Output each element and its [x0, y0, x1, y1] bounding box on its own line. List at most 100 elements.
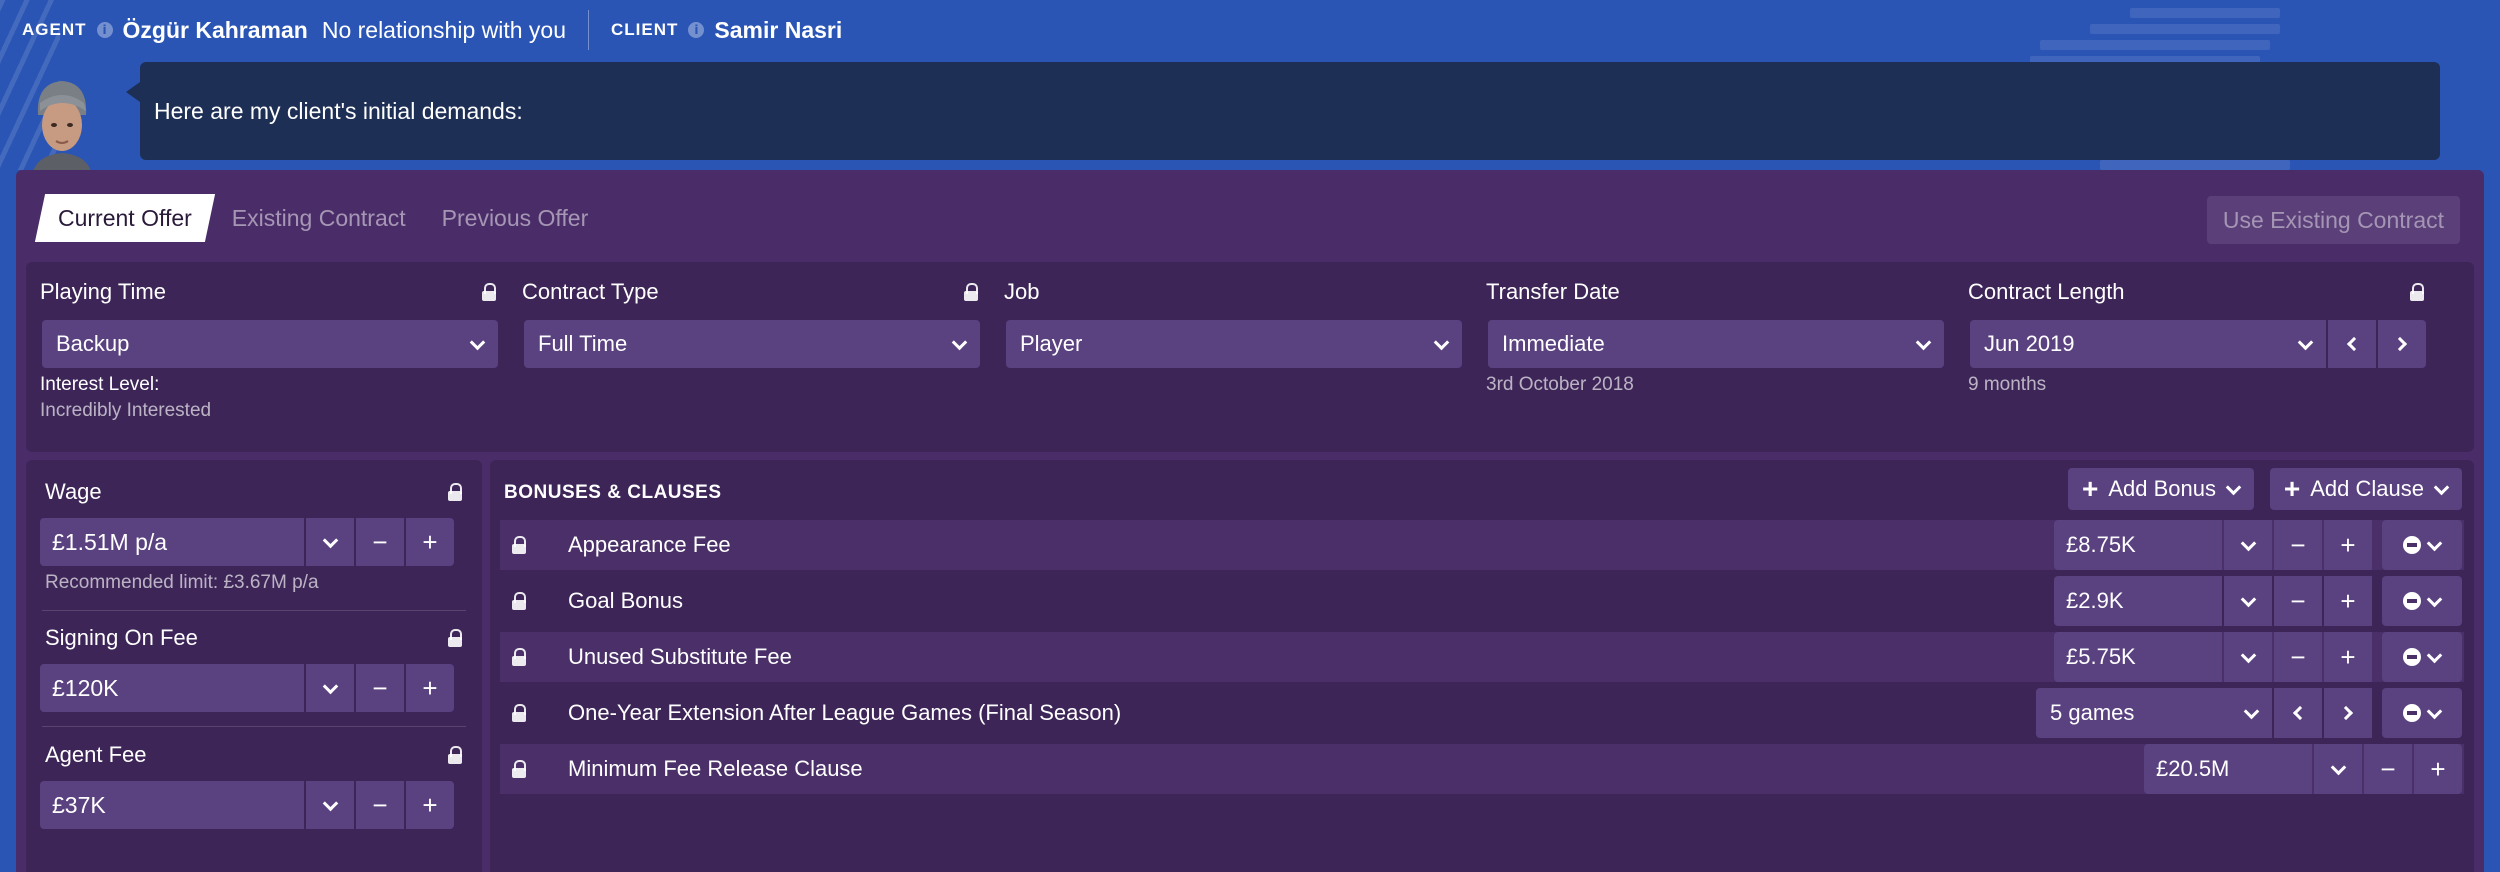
bonus-value-input[interactable]: £8.75K — [2054, 520, 2222, 570]
agent-fee-input[interactable]: £37K — [40, 781, 304, 829]
interest-level-value: Incredibly Interested — [40, 400, 212, 421]
add-bonus-button[interactable]: + Add Bonus — [2068, 468, 2254, 510]
release-clause-input[interactable]: £20.5M — [2144, 744, 2312, 794]
signing-fee-increase-button[interactable]: + — [406, 664, 454, 712]
bonus-row-goal-bonus: Goal Bonus £2.9K − + — [500, 576, 2464, 626]
bonus-dropdown-button[interactable] — [2224, 576, 2272, 626]
contract-length-prev-button[interactable] — [2328, 320, 2376, 368]
remove-bonus-button[interactable] — [2382, 576, 2462, 626]
wage-label: Wage — [45, 479, 102, 504]
chevron-down-icon — [2241, 650, 2255, 664]
contract-length-label: Contract Length — [1968, 279, 2125, 304]
lock-icon[interactable] — [512, 592, 526, 610]
negotiation-header: AGENT i Özgür Kahraman No relationship w… — [0, 0, 2500, 60]
tab-existing-contract[interactable]: Existing Contract — [214, 194, 424, 242]
agent-fee-increase-button[interactable]: + — [406, 781, 454, 829]
wage-increase-button[interactable]: + — [406, 518, 454, 566]
chevron-down-icon — [2427, 706, 2441, 720]
client-info-icon[interactable]: i — [688, 22, 705, 38]
header-divider — [588, 10, 590, 50]
chevron-down-icon — [2427, 650, 2441, 664]
lock-icon[interactable] — [448, 746, 462, 764]
bonus-name: Goal Bonus — [568, 588, 683, 613]
bonus-decrease-button[interactable]: − — [2274, 576, 2322, 626]
release-clause-decrease-button[interactable]: − — [2364, 744, 2412, 794]
contract-length-duration: 9 months — [1968, 374, 2047, 395]
contract-length-dropdown[interactable]: Jun 2019 — [1970, 320, 2326, 368]
lock-icon[interactable] — [482, 283, 496, 301]
chevron-down-icon — [1434, 337, 1448, 351]
lock-icon[interactable] — [448, 483, 462, 501]
release-clause-dropdown-button[interactable] — [2314, 744, 2362, 794]
bonus-decrease-button[interactable]: − — [2274, 520, 2322, 570]
lock-icon[interactable] — [512, 536, 526, 554]
chevron-right-icon — [2392, 336, 2408, 352]
remove-bonus-button[interactable] — [2382, 520, 2462, 570]
signing-fee-field: Signing On Fee £120K − + — [26, 624, 482, 712]
agent-fee-decrease-button[interactable]: − — [356, 781, 404, 829]
bonus-dropdown-button[interactable] — [2224, 632, 2272, 682]
contract-type-dropdown[interactable]: Full Time — [524, 320, 980, 368]
chevron-down-icon — [2427, 538, 2441, 552]
lock-icon[interactable] — [448, 629, 462, 647]
bonuses-clauses-section: BONUSES & CLAUSES + Add Bonus + Add Clause… — [490, 460, 2474, 872]
transfer-date-dropdown[interactable]: Immediate — [1488, 320, 1944, 368]
bonus-dropdown-button[interactable] — [2224, 520, 2272, 570]
bonus-value-input[interactable]: £5.75K — [2054, 632, 2222, 682]
wage-input[interactable]: £1.51M p/a — [40, 518, 304, 566]
remove-icon — [2403, 592, 2421, 610]
games-dropdown[interactable]: 5 games — [2036, 688, 2272, 738]
lock-icon[interactable] — [964, 283, 978, 301]
games-next-button[interactable] — [2324, 688, 2372, 738]
remove-clause-button[interactable] — [2382, 688, 2462, 738]
bonus-value-input[interactable]: £2.9K — [2054, 576, 2222, 626]
client-label: CLIENT — [611, 20, 679, 39]
contract-length-next-button[interactable] — [2378, 320, 2426, 368]
job-label: Job — [1004, 279, 1040, 304]
signing-fee-input[interactable]: £120K — [40, 664, 304, 712]
chevron-down-icon — [2244, 706, 2258, 720]
chevron-down-icon — [1916, 337, 1930, 351]
transfer-date-label: Transfer Date — [1486, 279, 1620, 304]
contract-offer-panel: Current Offer Existing Contract Previous… — [16, 170, 2484, 872]
wage-decrease-button[interactable]: − — [356, 518, 404, 566]
tab-previous-offer[interactable]: Previous Offer — [424, 194, 607, 242]
agent-fee-dropdown-button[interactable] — [306, 781, 354, 829]
bonus-decrease-button[interactable]: − — [2274, 632, 2322, 682]
tab-current-offer[interactable]: Current Offer — [34, 194, 215, 242]
remove-bonus-button[interactable] — [2382, 632, 2462, 682]
agent-info-icon[interactable]: i — [96, 22, 113, 38]
games-prev-button[interactable] — [2274, 688, 2322, 738]
playing-time-field: Playing Time Backup Interest Level: Incr… — [28, 278, 498, 422]
bonus-name: Unused Substitute Fee — [568, 644, 792, 669]
release-clause-increase-button[interactable]: + — [2414, 744, 2462, 794]
signing-fee-decrease-button[interactable]: − — [356, 664, 404, 712]
add-clause-button[interactable]: + Add Clause — [2269, 468, 2462, 510]
wage-dropdown-button[interactable] — [306, 518, 354, 566]
client-name[interactable]: Samir Nasri — [714, 17, 842, 44]
lock-icon[interactable] — [512, 648, 526, 666]
lock-icon[interactable] — [512, 760, 526, 778]
use-existing-contract-button[interactable]: Use Existing Contract — [2206, 196, 2460, 244]
playing-time-dropdown[interactable]: Backup — [42, 320, 498, 368]
agent-speech-bubble: Here are my client's initial demands: — [126, 62, 2440, 160]
fees-section: Wage £1.51M p/a − + Recommended limit: £… — [26, 460, 482, 872]
lock-icon[interactable] — [2410, 283, 2424, 301]
chevron-down-icon — [323, 798, 337, 812]
bonus-increase-button[interactable]: + — [2324, 520, 2372, 570]
bonus-increase-button[interactable]: + — [2324, 576, 2372, 626]
agent-name[interactable]: Özgür Kahraman — [123, 17, 308, 44]
chevron-down-icon — [2241, 538, 2255, 552]
chevron-down-icon — [952, 337, 966, 351]
speech-text: Here are my client's initial demands: — [154, 97, 523, 124]
signing-fee-dropdown-button[interactable] — [306, 664, 354, 712]
job-dropdown[interactable]: Player — [1006, 320, 1462, 368]
contract-type-label: Contract Type — [522, 279, 659, 304]
bonus-row-unused-substitute-fee: Unused Substitute Fee £5.75K − + — [500, 632, 2464, 682]
wage-field: Wage £1.51M p/a − + Recommended limit: £… — [26, 478, 482, 594]
bonus-increase-button[interactable]: + — [2324, 632, 2372, 682]
offer-tabs: Current Offer Existing Contract Previous… — [34, 194, 607, 242]
chevron-down-icon — [2331, 762, 2345, 776]
lock-icon[interactable] — [512, 704, 526, 722]
chevron-down-icon — [2427, 594, 2441, 608]
